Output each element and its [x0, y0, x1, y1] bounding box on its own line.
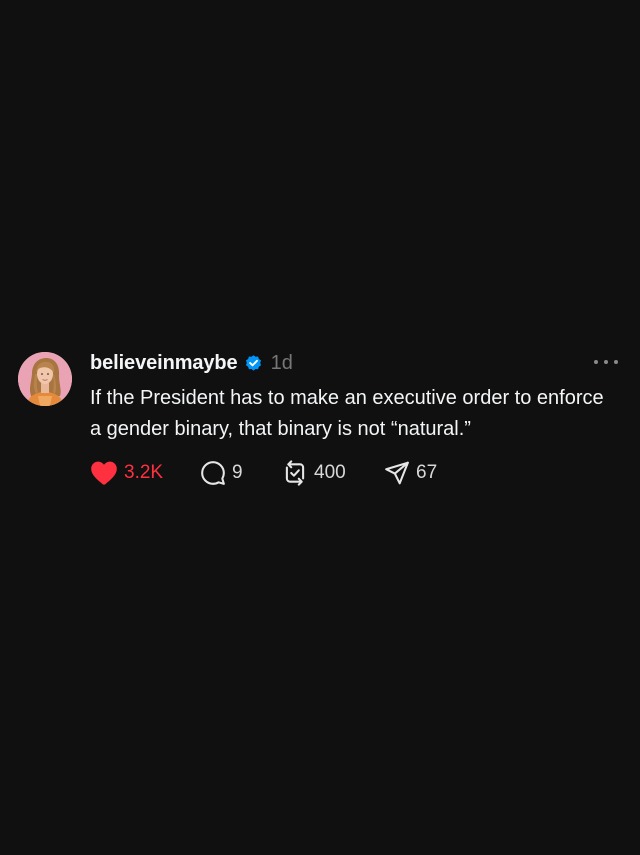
repost-button[interactable]: 400: [282, 460, 384, 486]
repost-count: 400: [314, 462, 346, 483]
more-dot: [614, 360, 618, 364]
reply-count: 9: [232, 462, 243, 483]
avatar[interactable]: [18, 352, 72, 406]
post-header: believeinmaybe 1d: [90, 349, 293, 377]
more-options-icon[interactable]: [594, 355, 618, 369]
like-count: 3.2K: [124, 462, 164, 483]
share-button[interactable]: 67: [384, 460, 464, 486]
post-text: If the President has to make an executiv…: [90, 387, 604, 440]
page: believeinmaybe 1d If the President has t…: [0, 0, 640, 855]
reply-button[interactable]: 9: [200, 460, 282, 486]
username[interactable]: believeinmaybe: [90, 352, 238, 375]
post-actions: 3.2K 9 400 67: [90, 458, 464, 488]
repost-icon: [282, 460, 308, 486]
heart-icon: [90, 460, 118, 486]
more-dot: [594, 360, 598, 364]
comment-icon: [200, 460, 226, 486]
verified-badge-icon: [244, 354, 263, 373]
like-button[interactable]: 3.2K: [90, 460, 200, 486]
post-timestamp[interactable]: 1d: [271, 352, 293, 375]
more-dot: [604, 360, 608, 364]
share-icon: [384, 460, 410, 486]
thread-post: believeinmaybe 1d If the President has t…: [0, 348, 640, 498]
share-count: 67: [416, 462, 438, 483]
